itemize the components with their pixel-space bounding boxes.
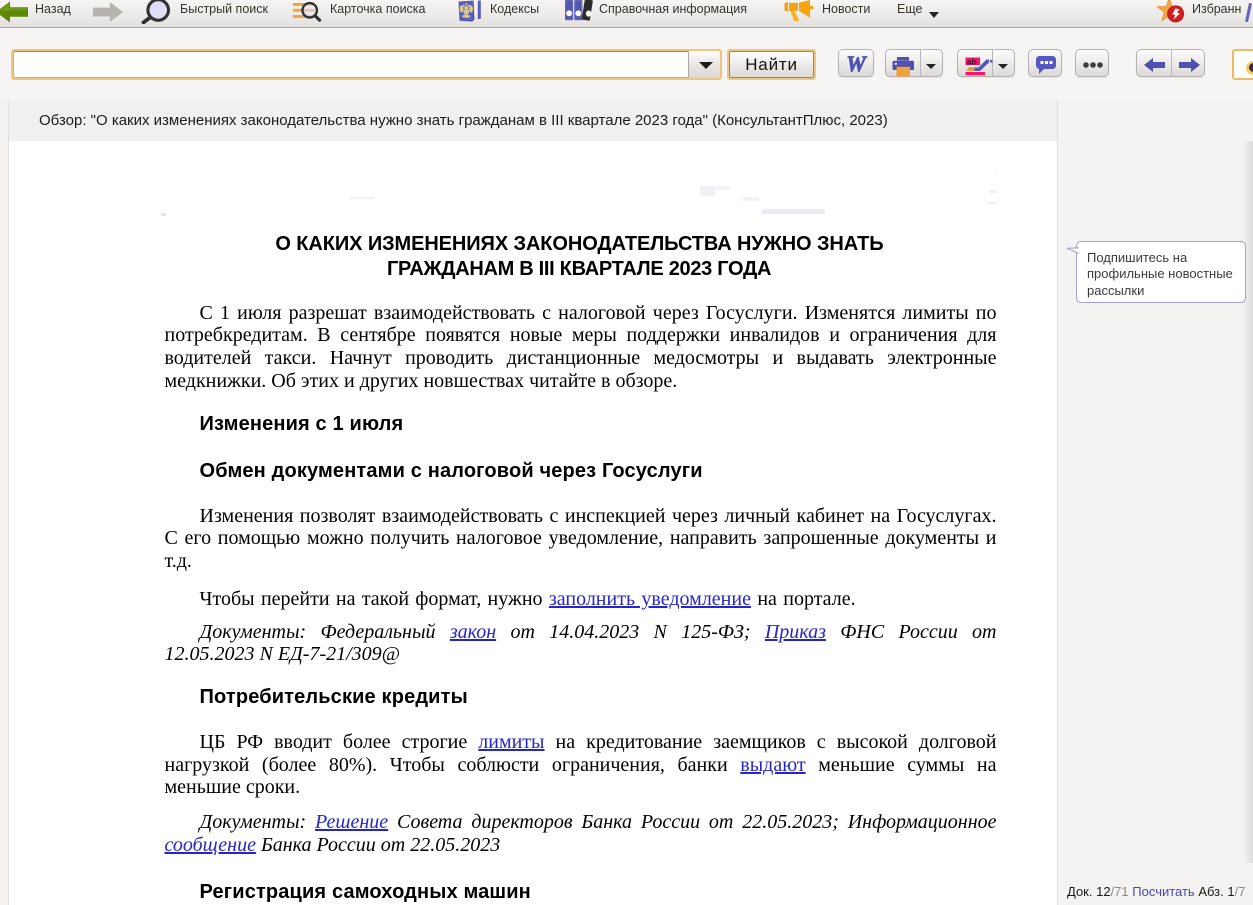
svg-text:ab: ab [967,57,977,67]
